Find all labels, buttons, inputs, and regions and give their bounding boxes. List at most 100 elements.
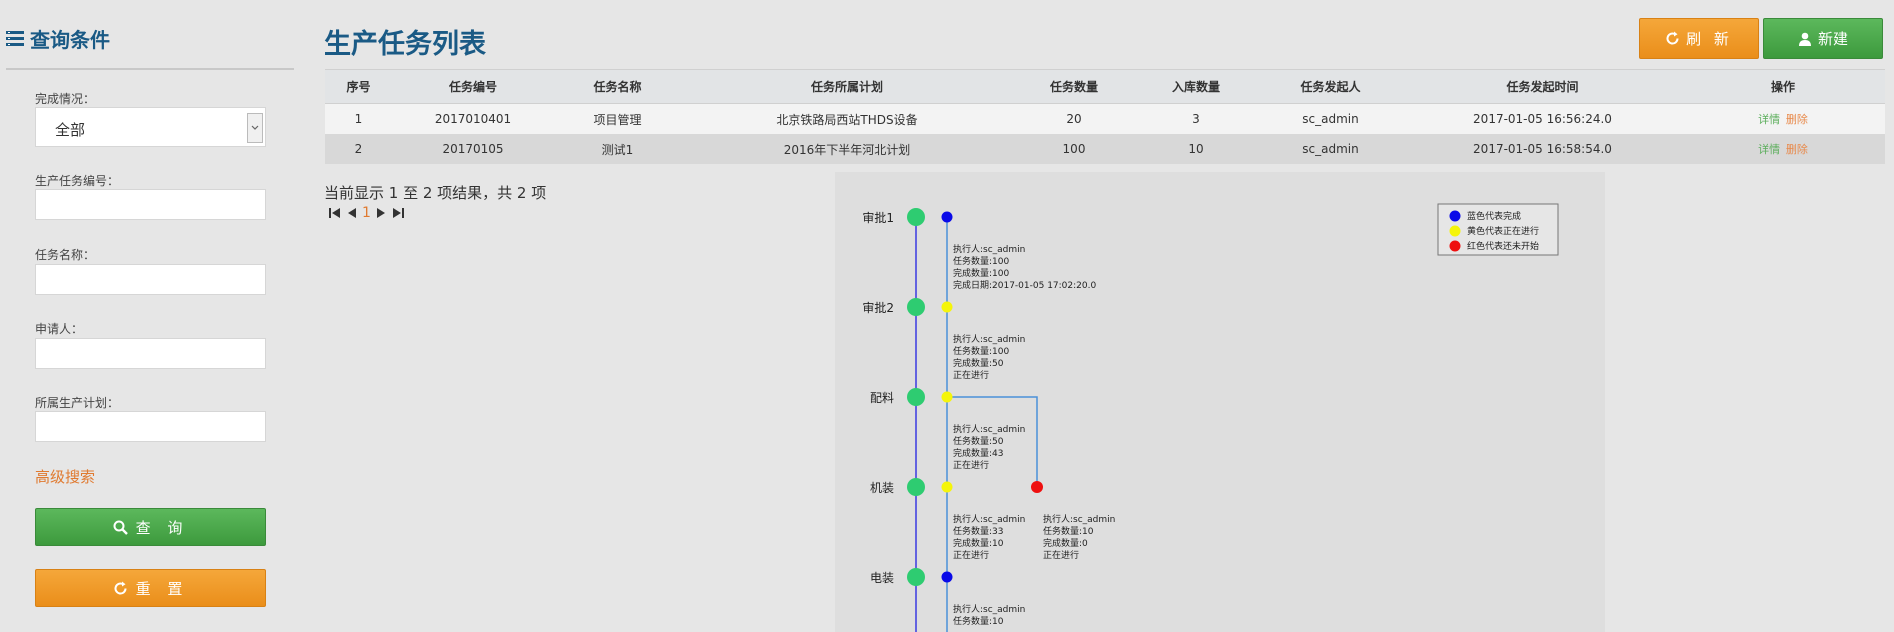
prev-page-icon[interactable] <box>346 206 358 220</box>
step-info-text: 完成日期:2017-01-05 17:02:20.0 <box>953 279 1096 291</box>
cell-time: 2017-01-05 16:56:24.0 <box>1404 103 1681 134</box>
current-page[interactable]: 1 <box>362 205 371 221</box>
col-header[interactable]: 入库数量 <box>1135 69 1257 104</box>
page-title: 生产任务列表 <box>324 29 486 60</box>
col-header[interactable]: 任务发起人 <box>1257 69 1404 104</box>
divider <box>6 68 294 70</box>
step-node <box>907 208 925 226</box>
sidebar-title: 查询条件 <box>30 28 110 52</box>
workflow-panel: 审批1 执行人:sc_admin 任务数量:100 完成数量:100 完成日期:2017… <box>835 172 1605 632</box>
reset-button[interactable]: 重 置 <box>35 569 266 607</box>
cell-initiator: sc_admin <box>1257 103 1404 134</box>
next-page-icon[interactable] <box>375 206 387 220</box>
step-info-text: 任务数量:10 <box>953 615 1004 627</box>
cell-time: 2017-01-05 16:58:54.0 <box>1404 134 1681 164</box>
user-icon <box>1798 32 1811 46</box>
chevron-down-icon[interactable] <box>247 113 263 143</box>
table-header-row: 序号 任务编号 任务名称 任务所属计划 任务数量 入库数量 任务发起人 任务发起… <box>325 69 1885 104</box>
query-sidebar: 查询条件 完成情况： 全部 生产任务编号： 任务名称： 申请人： 所属生产计划：… <box>0 0 295 621</box>
table-row[interactable]: 1 2017010401 项目管理 北京铁路局西站THDS设备 20 3 sc_… <box>325 103 1885 134</box>
refresh-icon <box>1666 31 1679 45</box>
col-header[interactable]: 序号 <box>325 69 392 104</box>
cell-plan: 2016年下半年河北计划 <box>681 134 1013 164</box>
branch-status-dot <box>1031 481 1043 493</box>
col-header: 操作 <box>1681 69 1885 104</box>
col-header[interactable]: 任务名称 <box>554 69 681 104</box>
last-page-icon[interactable] <box>391 206 405 220</box>
status-select[interactable]: 全部 <box>35 107 266 147</box>
step-info-text: 执行人:sc_admin <box>953 603 1025 615</box>
pagination-info: 当前显示 1 至 2 项结果，共 2 项 <box>324 184 547 202</box>
table-row[interactable]: 2 20170105 测试1 2016年下半年河北计划 100 10 sc_ad… <box>325 134 1885 164</box>
cell-code: 2017010401 <box>392 103 554 134</box>
delete-link[interactable]: 删除 <box>1786 113 1808 126</box>
step-node <box>907 568 925 586</box>
pager: 1 <box>328 205 409 221</box>
step-status-dot <box>941 301 953 313</box>
refresh-icon <box>114 581 127 594</box>
cell-stored: 3 <box>1135 103 1257 134</box>
status-select-value: 全部 <box>55 121 86 139</box>
legend-dot <box>1449 240 1461 252</box>
new-button-label: 新建 <box>1817 30 1848 48</box>
delete-link[interactable]: 删除 <box>1786 143 1808 156</box>
applicant-label: 申请人： <box>35 322 84 336</box>
step-info-text: 执行人:sc_admin <box>953 513 1025 525</box>
workflow-diagram: 审批1执行人:sc_admin任务数量:100完成数量:100完成日期:2017… <box>862 203 1559 632</box>
step-label: 配料 <box>870 391 894 405</box>
step-info-text: 正在进行 <box>953 459 989 471</box>
step-status-dot <box>941 211 953 223</box>
cell-name: 项目管理 <box>554 103 681 134</box>
sidebar-header: 查询条件 <box>6 24 110 53</box>
cell-no: 2 <box>325 134 392 164</box>
step-info-text: 任务数量:100 <box>953 255 1009 267</box>
plan-label: 所属生产计划： <box>35 396 120 410</box>
legend-dot <box>1449 210 1461 222</box>
cell-qty: 20 <box>1013 103 1135 134</box>
step-info-text: 执行人:sc_admin <box>953 333 1025 345</box>
legend-label: 黄色代表正在进行 <box>1467 225 1539 237</box>
step-info-text: 正在进行 <box>953 549 989 561</box>
legend-dot <box>1449 225 1461 237</box>
new-button[interactable]: 新建 <box>1763 18 1883 59</box>
step-label: 机装 <box>870 481 894 495</box>
plan-input[interactable] <box>35 411 266 442</box>
step-node <box>907 388 925 406</box>
applicant-input[interactable] <box>35 338 266 369</box>
col-header[interactable]: 任务数量 <box>1013 69 1135 104</box>
detail-link[interactable]: 详情 <box>1758 143 1780 156</box>
col-header[interactable]: 任务发起时间 <box>1404 69 1681 104</box>
task-name-input[interactable] <box>35 264 266 295</box>
step-node <box>907 478 925 496</box>
cell-actions: 详情 删除 <box>1681 103 1885 134</box>
first-page-icon[interactable] <box>328 206 342 220</box>
query-button[interactable]: 查 询 <box>35 508 266 546</box>
step-status-dot <box>941 391 953 403</box>
status-label: 完成情况： <box>35 92 96 106</box>
step-info-text: 任务数量:50 <box>953 435 1004 447</box>
step-info-text: 正在进行 <box>953 369 989 381</box>
step-info-text: 完成数量:50 <box>953 357 1004 369</box>
legend-label: 红色代表还未开始 <box>1467 240 1539 252</box>
reset-button-label: 重 置 <box>135 579 189 598</box>
refresh-button-label: 刷 新 <box>1686 30 1733 48</box>
cell-code: 20170105 <box>392 134 554 164</box>
task-no-input[interactable] <box>35 189 266 220</box>
cell-actions: 详情 删除 <box>1681 134 1885 164</box>
step-label: 审批2 <box>862 300 894 315</box>
task-no-label: 生产任务编号： <box>35 174 120 188</box>
step-info-text: 完成数量:43 <box>953 447 1004 459</box>
search-icon <box>113 520 128 535</box>
cell-name: 测试1 <box>554 134 681 164</box>
refresh-button[interactable]: 刷 新 <box>1639 18 1759 59</box>
step-status-dot <box>941 571 953 583</box>
cell-plan: 北京铁路局西站THDS设备 <box>681 103 1013 134</box>
list-icon <box>6 30 24 46</box>
step-info-text: 完成数量:10 <box>953 537 1004 549</box>
cell-no: 1 <box>325 103 392 134</box>
advanced-search-link[interactable]: 高级搜索 <box>35 466 95 487</box>
step-status-dot <box>941 481 953 493</box>
col-header[interactable]: 任务编号 <box>392 69 554 104</box>
col-header[interactable]: 任务所属计划 <box>681 69 1013 104</box>
detail-link[interactable]: 详情 <box>1758 113 1780 126</box>
